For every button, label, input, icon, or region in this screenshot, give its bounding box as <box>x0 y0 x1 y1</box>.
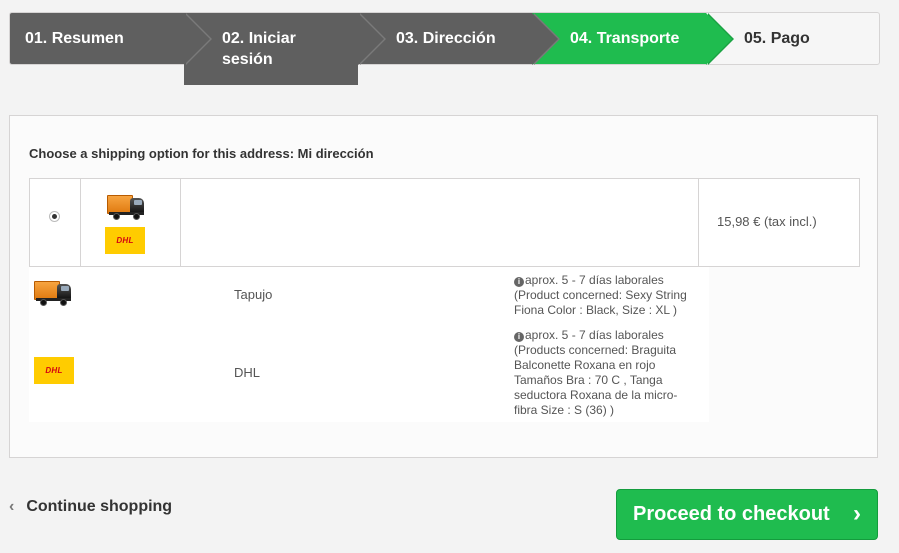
continue-shopping-link[interactable]: ‹ Continue shopping <box>9 498 172 516</box>
carrier-info: i aprox. 5 - 7 días laborales (Product co… <box>514 273 687 317</box>
info-icon: i <box>514 277 524 287</box>
delivery-option-row[interactable]: DHL 15,98 € (tax incl.) <box>29 178 860 267</box>
shipping-heading: Choose a shipping option for this addres… <box>29 146 374 161</box>
step-label: 02. Iniciar sesión <box>222 30 296 68</box>
step-label: 05. Pago <box>744 30 810 47</box>
carrier-info: i aprox. 5 - 7 días laborales (Products c… <box>514 328 678 417</box>
carrier-name: DHL <box>234 365 261 380</box>
carrier-details: Tapujo i aprox. 5 - 7 días laborales (Pro… <box>29 267 709 422</box>
continue-shopping-label: Continue shopping <box>26 498 173 515</box>
step-label: 01. Resumen <box>25 30 124 47</box>
truck-icon <box>107 191 145 221</box>
truck-icon <box>34 277 72 307</box>
chevron-left-icon: ‹ <box>9 498 15 515</box>
delivery-price: 15,98 € (tax incl.) <box>717 214 817 229</box>
shipping-options-panel: Choose a shipping option for this addres… <box>9 115 878 458</box>
info-icon: i <box>514 332 524 342</box>
proceed-to-checkout-button[interactable]: Proceed to checkout › <box>616 489 878 540</box>
step-label: 04. Transporte <box>570 30 680 47</box>
step-summary[interactable]: 01. Resumen <box>10 13 212 65</box>
checkout-label: Proceed to checkout <box>633 503 830 525</box>
carrier-name: Tapujo <box>234 287 273 302</box>
checkout-steps: 01. Resumen 02. Iniciar sesión 03. Direc… <box>9 12 880 85</box>
dhl-logo: DHL <box>34 357 74 384</box>
dhl-logo: DHL <box>105 227 145 254</box>
step-label: 03. Dirección <box>396 30 496 47</box>
chevron-right-icon: › <box>853 500 861 527</box>
delivery-option-radio[interactable] <box>49 211 60 222</box>
